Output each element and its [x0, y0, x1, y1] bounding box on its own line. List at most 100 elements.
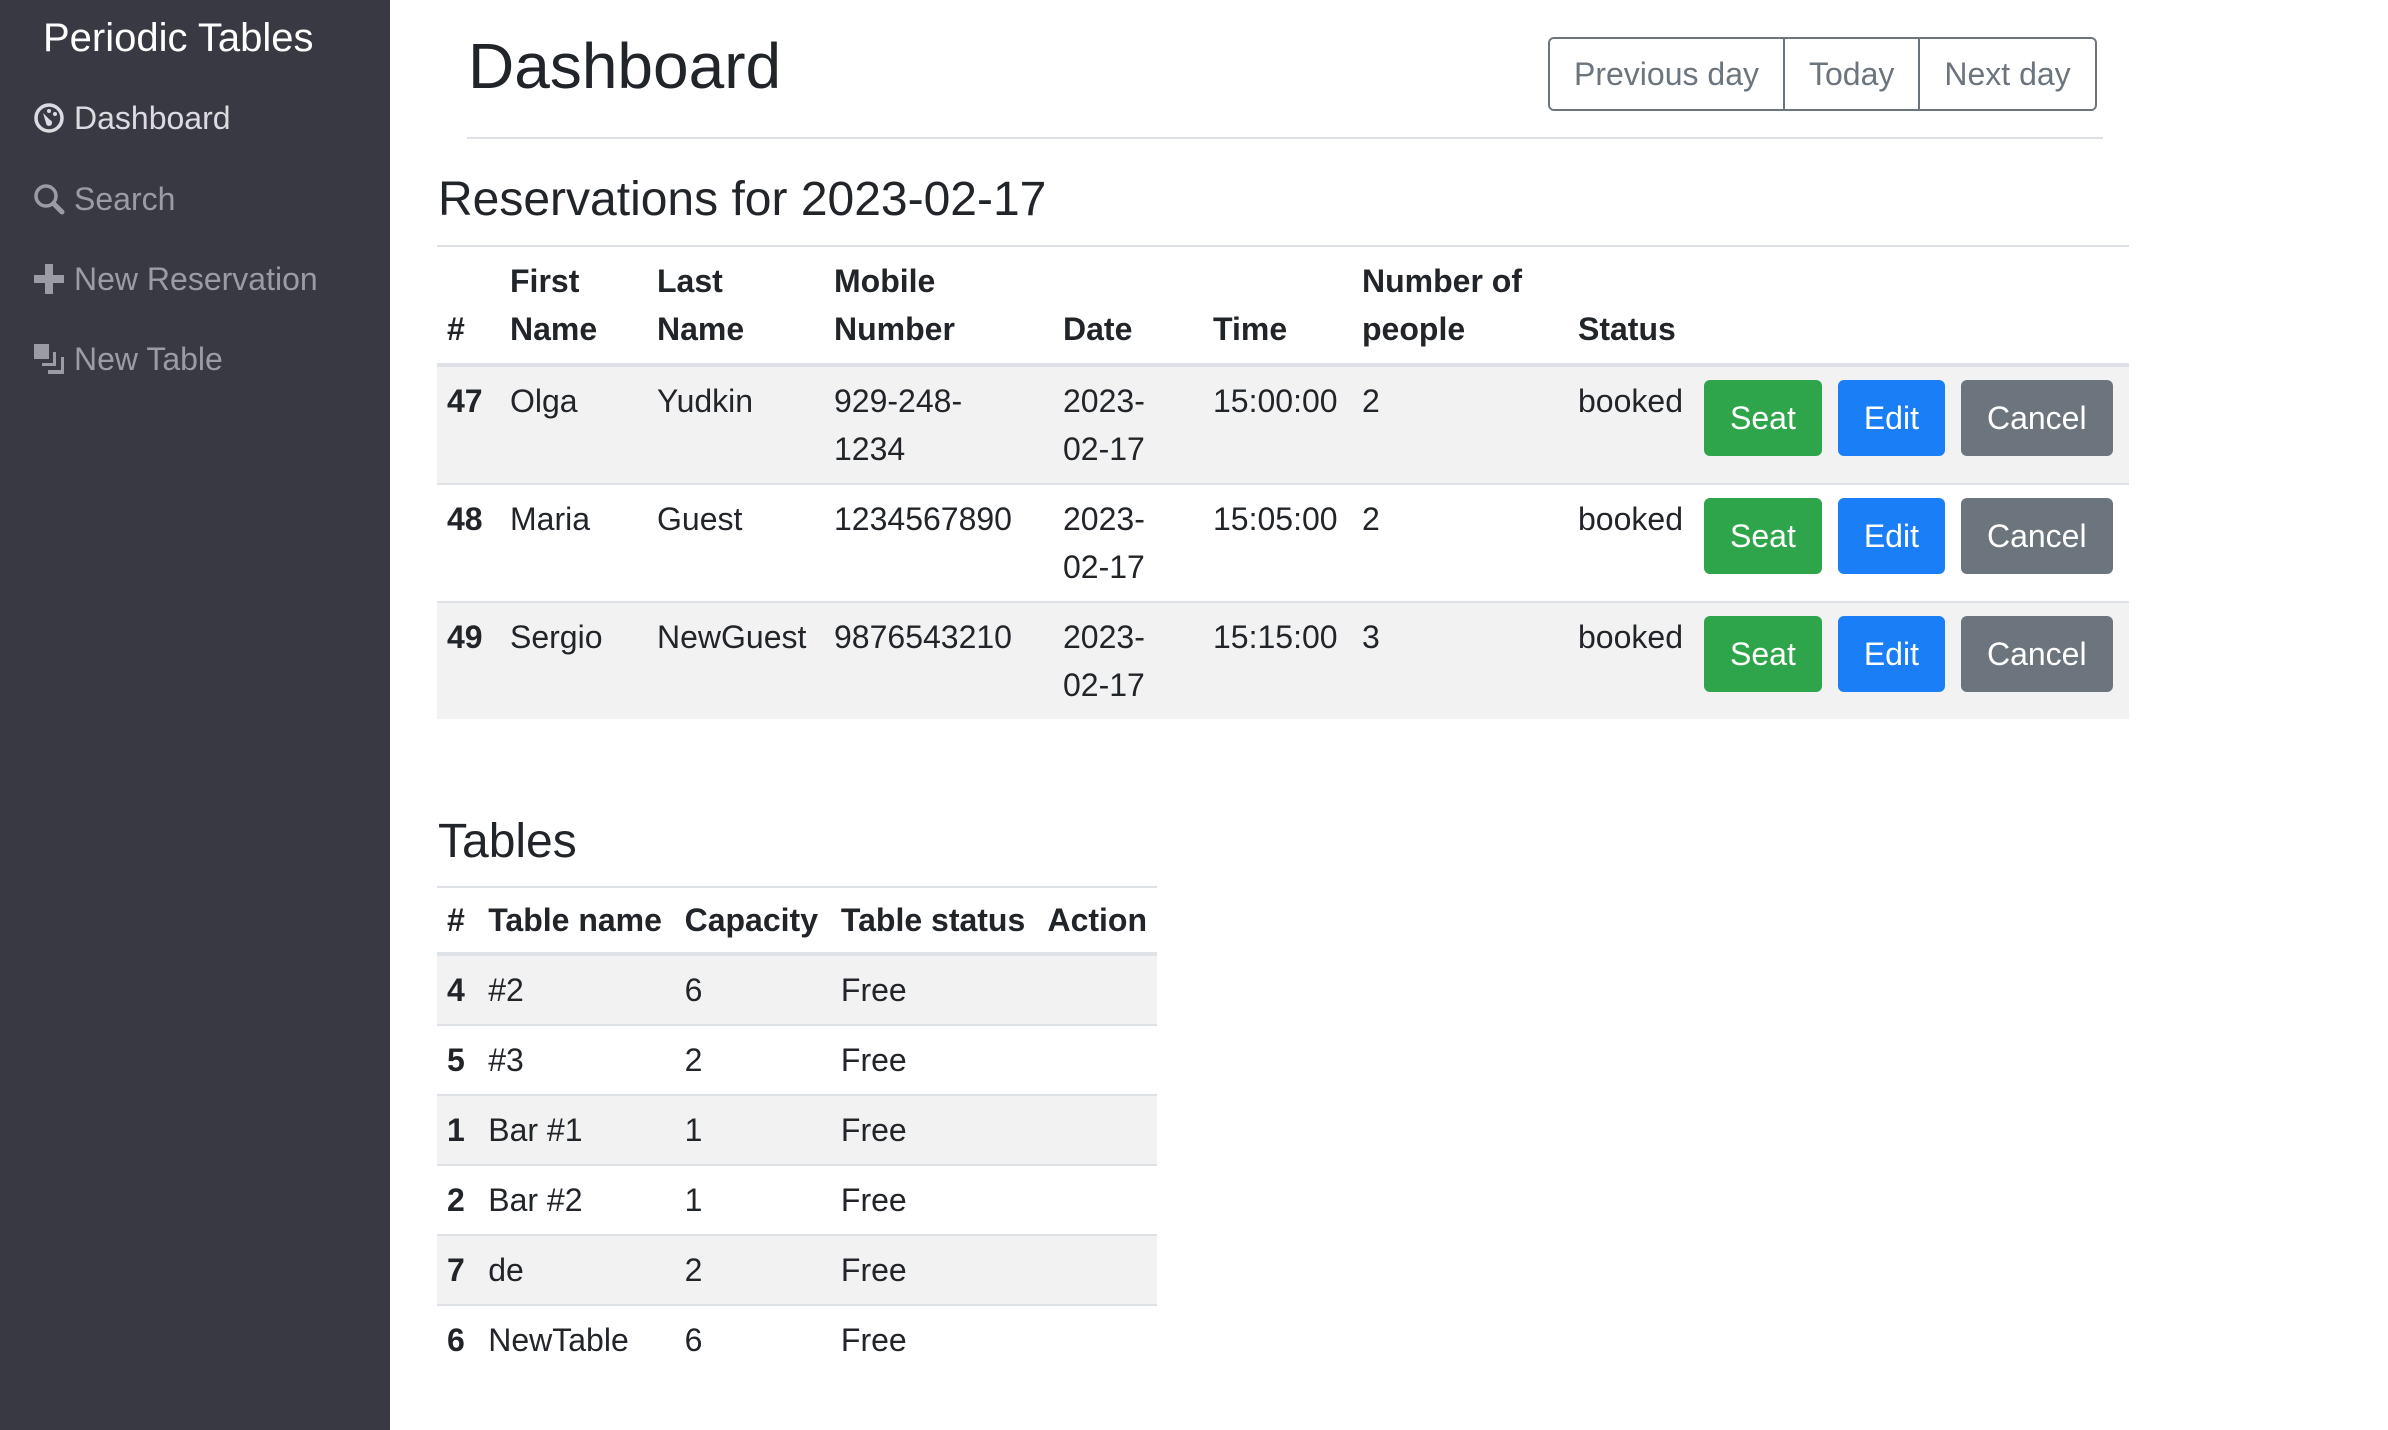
mobile-number: 929-248-1234	[824, 365, 1053, 484]
date-text: 2023-02-17	[1063, 501, 1145, 585]
reservation-time: 15:05:00	[1213, 501, 1338, 537]
last-name: Yudkin	[657, 383, 754, 419]
reservation-status: booked	[1578, 501, 1683, 537]
table-action	[1037, 954, 1157, 1025]
table-name: Bar #1	[488, 1112, 583, 1148]
reservation-time: 15:00:00	[1213, 383, 1338, 419]
table-id: 6	[447, 1322, 465, 1358]
col-header-people: Number of people	[1362, 263, 1522, 347]
table-status: Free	[840, 1252, 907, 1288]
reservations-table: # First Name Last Name Mobile Number Dat…	[437, 245, 2129, 719]
previous-day-button[interactable]: Previous day	[1550, 39, 1783, 109]
sidebar-item-new-table[interactable]: New Table	[32, 337, 223, 381]
reservation-id: 47	[447, 383, 483, 419]
col-header-first-name: First Name	[510, 263, 598, 347]
first-name: Sergio	[510, 619, 603, 655]
table-action	[1037, 1025, 1157, 1095]
tables-title: Tables	[438, 815, 577, 868]
date-text: 2023-02-17	[1063, 383, 1145, 467]
people-count: 2	[1362, 383, 1380, 419]
table-action	[1037, 1095, 1157, 1165]
mobile-number: 9876543210	[834, 619, 1012, 655]
people-count: 2	[1362, 501, 1380, 537]
sidebar-item-label: New Table	[74, 341, 223, 377]
table-row: 4 #2 6 Free	[437, 954, 1157, 1025]
cancel-button[interactable]: Cancel	[1960, 498, 2113, 574]
tables-table: # Table name Capacity Table status Actio…	[437, 886, 1157, 1374]
table-row: 6 NewTable 6 Free	[437, 1305, 1157, 1374]
table-status: Free	[840, 1322, 907, 1358]
table-name: #2	[488, 972, 524, 1008]
new-table-icon	[32, 342, 66, 376]
mobile-number: 1234567890	[834, 501, 1012, 537]
table-capacity: 6	[684, 1322, 703, 1358]
table-status: Free	[840, 972, 907, 1008]
last-name: NewGuest	[657, 619, 807, 655]
seat-button[interactable]: Seat	[1704, 498, 1822, 574]
cancel-button[interactable]: Cancel	[1960, 616, 2113, 692]
table-id: 2	[447, 1182, 465, 1218]
table-header-row: # First Name Last Name Mobile Number Dat…	[437, 246, 2129, 365]
table-status: Free	[840, 1182, 907, 1218]
dashboard-gauge-icon	[32, 101, 66, 135]
table-action	[1037, 1305, 1157, 1374]
edit-button[interactable]: Edit	[1837, 498, 1945, 574]
sidebar-item-new-reservation[interactable]: New Reservation	[32, 257, 318, 301]
first-name: Maria	[510, 501, 591, 537]
date-text: 2023-02-17	[1063, 619, 1145, 703]
sidebar-item-label: New Reservation	[74, 261, 318, 297]
table-name: NewTable	[488, 1322, 629, 1358]
plus-icon	[32, 262, 66, 296]
table-capacity: 1	[684, 1182, 703, 1218]
table-id: 5	[447, 1042, 465, 1078]
next-day-button[interactable]: Next day	[1918, 39, 2095, 109]
col-header-id: #	[447, 311, 465, 347]
table-name: #3	[488, 1042, 524, 1078]
seat-button[interactable]: Seat	[1704, 380, 1822, 456]
reservation-status: booked	[1578, 383, 1683, 419]
sidebar-item-dashboard[interactable]: Dashboard	[32, 96, 231, 140]
table-capacity: 6	[684, 972, 703, 1008]
table-action	[1037, 1235, 1157, 1305]
header-divider	[467, 137, 2103, 139]
sidebar-item-label: Dashboard	[74, 100, 231, 136]
seat-button[interactable]: Seat	[1704, 616, 1822, 692]
col-header-table-name: Table name	[488, 902, 662, 938]
table-row: 5 #3 2 Free	[437, 1025, 1157, 1095]
row-actions: Seat Edit Cancel	[1694, 365, 2129, 484]
day-navigation: Previous day Today Next day	[1548, 37, 2097, 111]
col-header-last-name: Last Name	[657, 263, 745, 347]
col-header-capacity: Capacity	[684, 902, 818, 938]
sidebar-item-label: Search	[74, 181, 176, 217]
reservation-id: 48	[447, 501, 483, 537]
col-header-mobile: Mobile Number	[834, 263, 955, 347]
col-header-time: Time	[1213, 311, 1288, 347]
mobile-number-text: 929-248-1234	[834, 383, 963, 467]
col-header-date: Date	[1063, 311, 1133, 347]
col-header-actions	[1694, 246, 2129, 365]
people-count: 3	[1362, 619, 1380, 655]
edit-button[interactable]: Edit	[1837, 616, 1945, 692]
table-id: 4	[447, 972, 465, 1008]
reservation-date: 2023-02-17	[1053, 484, 1203, 602]
table-row: 2 Bar #2 1 Free	[437, 1165, 1157, 1235]
sidebar-item-search[interactable]: Search	[32, 177, 175, 221]
table-name: de	[488, 1252, 524, 1288]
table-capacity: 2	[684, 1252, 703, 1288]
cancel-button[interactable]: Cancel	[1960, 380, 2113, 456]
table-id: 7	[447, 1252, 465, 1288]
table-capacity: 1	[684, 1112, 703, 1148]
reservation-date: 2023-02-17	[1053, 602, 1203, 719]
col-header-table-status: Table status	[840, 902, 1026, 938]
table-row: 7 de 2 Free	[437, 1235, 1157, 1305]
table-row: 49 Sergio NewGuest 9876543210 2023-02-17…	[437, 602, 2129, 719]
table-capacity: 2	[684, 1042, 703, 1078]
table-action	[1037, 1165, 1157, 1235]
row-actions: Seat Edit Cancel	[1694, 484, 2129, 602]
reservation-id: 49	[447, 619, 483, 655]
today-button[interactable]: Today	[1782, 39, 1919, 109]
edit-button[interactable]: Edit	[1837, 380, 1945, 456]
table-status: Free	[840, 1042, 907, 1078]
table-row: 1 Bar #1 1 Free	[437, 1095, 1157, 1165]
brand-title[interactable]: Periodic Tables	[43, 10, 314, 66]
